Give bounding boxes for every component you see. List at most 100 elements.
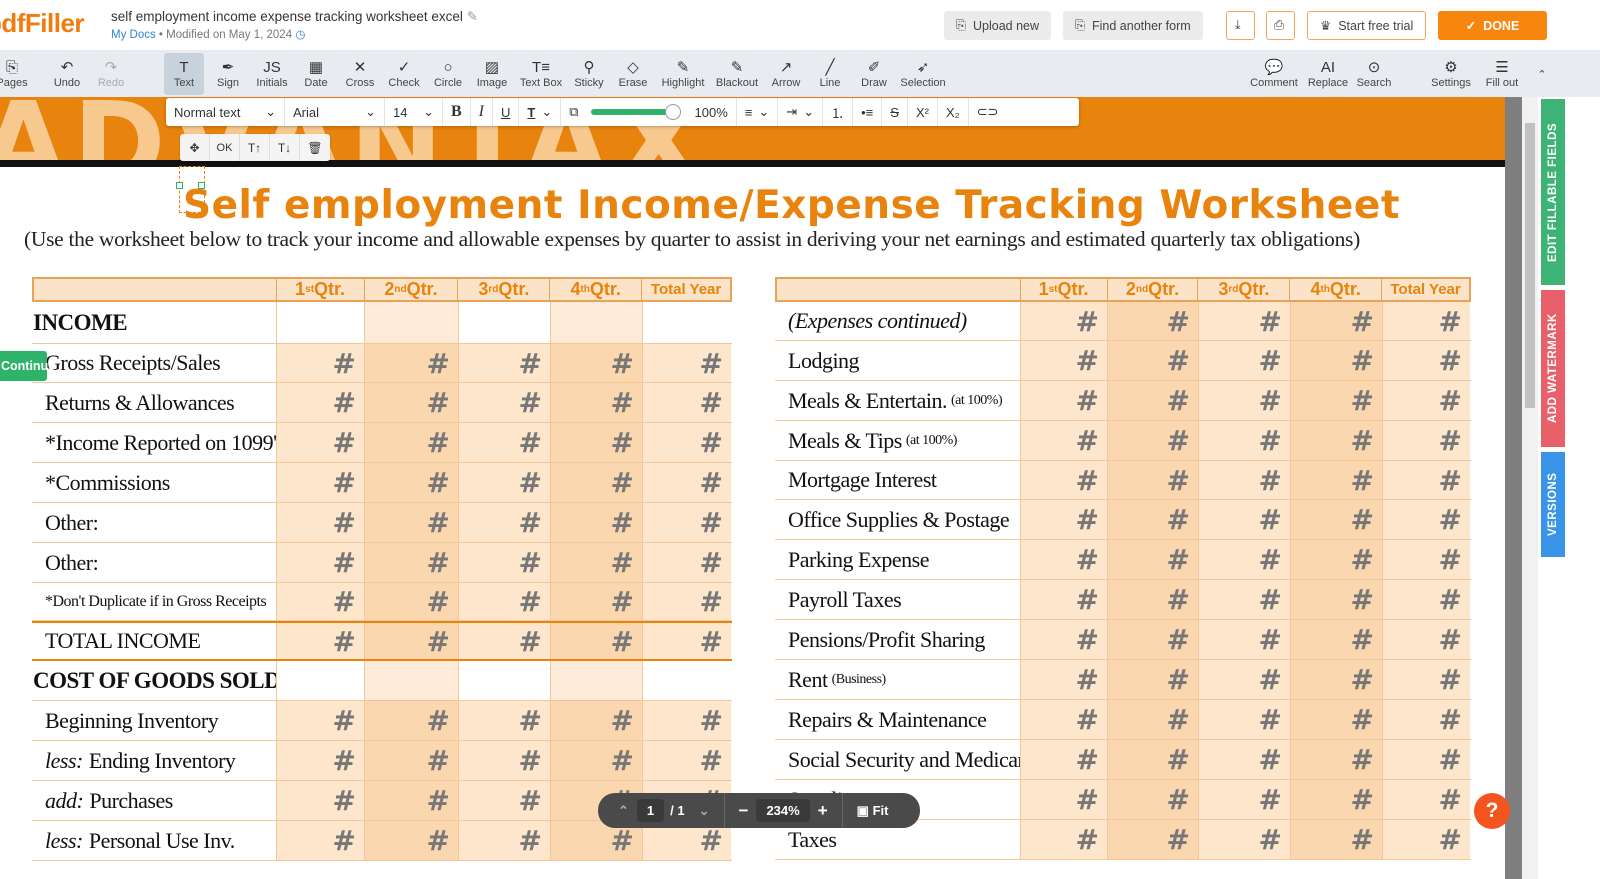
amount-field[interactable] [642, 302, 731, 343]
amount-field[interactable]: # [642, 543, 731, 582]
amount-field[interactable]: # [642, 383, 731, 422]
amount-field[interactable]: # [642, 741, 731, 780]
scrollbar-thumb[interactable] [1525, 123, 1535, 408]
amount-field[interactable]: # [1382, 540, 1470, 579]
print-button[interactable]: ⎙ [1266, 11, 1295, 40]
add-watermark-tab[interactable]: ADD WATERMARK [1541, 290, 1565, 447]
tool-fill-out[interactable]: ☰ Fill out [1475, 53, 1529, 95]
amount-field[interactable]: # [1382, 461, 1470, 499]
amount-field[interactable]: # [364, 821, 458, 860]
selected-text-box[interactable] [176, 166, 205, 213]
text-style-select[interactable]: Normal text ⌄ [166, 98, 285, 126]
amount-field[interactable]: # [1107, 461, 1198, 499]
delete-button[interactable]: 🗑 [300, 134, 330, 161]
amount-field[interactable]: # [458, 503, 550, 542]
amount-field[interactable]: # [1290, 540, 1382, 579]
amount-field[interactable]: # [1020, 500, 1107, 539]
amount-field[interactable]: # [1198, 620, 1290, 659]
zoom-in-button[interactable]: + [810, 801, 836, 821]
amount-field[interactable]: # [642, 623, 731, 659]
amount-field[interactable]: # [364, 344, 458, 382]
amount-field[interactable]: # [1290, 660, 1382, 699]
pdffiller-logo[interactable]: pdfFiller [0, 8, 85, 39]
amount-field[interactable]: # [1107, 500, 1198, 539]
amount-field[interactable]: # [1290, 740, 1382, 779]
amount-field[interactable]: # [1020, 820, 1107, 859]
move-button[interactable]: ✥ [180, 134, 210, 161]
decrease-font-button[interactable]: T↓ [270, 134, 300, 161]
amount-field[interactable]: # [1020, 461, 1107, 499]
opacity-slider[interactable] [590, 104, 681, 120]
resize-handle[interactable] [198, 182, 205, 189]
clock-icon[interactable]: ◷ [295, 29, 305, 41]
bullet-list-button[interactable]: •≡ [853, 98, 883, 126]
tool-search[interactable]: ⊙ Search [1347, 53, 1401, 95]
amount-field[interactable]: # [364, 503, 458, 542]
numbered-list-button[interactable]: ⒈ [823, 98, 854, 126]
amount-field[interactable]: # [1020, 381, 1107, 420]
amount-field[interactable]: # [1107, 540, 1198, 579]
amount-field[interactable]: # [1382, 620, 1470, 659]
amount-field[interactable]: # [1198, 700, 1290, 739]
slider-handle[interactable] [664, 104, 681, 120]
done-button[interactable]: ✓ DONE [1438, 11, 1547, 40]
amount-field[interactable]: # [276, 781, 364, 820]
amount-field[interactable]: # [1020, 540, 1107, 579]
amount-field[interactable]: # [458, 423, 550, 462]
tool-text-box[interactable]: T≡ Text Box [519, 53, 563, 95]
amount-field[interactable]: # [1198, 820, 1290, 859]
versions-tab[interactable]: VERSIONS [1541, 452, 1565, 557]
amount-field[interactable]: # [458, 701, 550, 740]
amount-field[interactable]: # [1290, 341, 1382, 380]
amount-field[interactable]: # [1382, 780, 1470, 819]
amount-field[interactable]: # [1382, 421, 1470, 460]
amount-field[interactable]: # [1198, 302, 1290, 340]
tool-redo[interactable]: ↷ Redo [89, 53, 133, 95]
amount-field[interactable]: # [550, 463, 642, 502]
italic-button[interactable]: I [471, 98, 493, 126]
tool-circle[interactable]: ○ Circle [426, 53, 470, 95]
amount-field[interactable]: # [364, 543, 458, 582]
my-docs-link[interactable]: My Docs [111, 29, 156, 41]
amount-field[interactable]: # [458, 344, 550, 382]
amount-field[interactable]: # [364, 383, 458, 422]
amount-field[interactable]: # [458, 383, 550, 422]
amount-field[interactable]: # [1020, 302, 1107, 340]
amount-field[interactable]: # [276, 383, 364, 422]
amount-field[interactable]: # [1290, 580, 1382, 619]
amount-field[interactable]: # [642, 701, 731, 740]
amount-field[interactable]: # [1382, 820, 1470, 859]
amount-field[interactable]: # [1107, 421, 1198, 460]
text-color-button[interactable]: T ⌄ [519, 98, 562, 126]
amount-field[interactable]: # [458, 543, 550, 582]
amount-field[interactable]: # [364, 423, 458, 462]
amount-field[interactable]: # [1290, 302, 1382, 340]
page-input[interactable]: 1 [636, 799, 665, 822]
amount-field[interactable] [458, 302, 550, 343]
amount-field[interactable]: # [1198, 381, 1290, 420]
amount-field[interactable]: # [1107, 302, 1198, 340]
amount-field[interactable] [642, 661, 731, 700]
download-button[interactable]: ⤓ [1226, 11, 1255, 40]
underline-button[interactable]: U [493, 98, 520, 126]
amount-field[interactable] [364, 302, 458, 343]
continue-button[interactable]: Continue [0, 351, 55, 381]
tool-undo[interactable]: ↶ Undo [45, 53, 89, 95]
tool-highlight[interactable]: ✎ Highlight [661, 53, 705, 95]
amount-field[interactable] [276, 302, 364, 343]
link-button[interactable]: ⊂⊃ [969, 98, 1007, 126]
amount-field[interactable]: # [1198, 660, 1290, 699]
amount-field[interactable]: # [1382, 341, 1470, 380]
amount-field[interactable]: # [1020, 700, 1107, 739]
amount-field[interactable]: # [458, 463, 550, 502]
amount-field[interactable]: # [1382, 302, 1470, 340]
amount-field[interactable] [276, 661, 364, 700]
amount-field[interactable]: # [364, 463, 458, 502]
amount-field[interactable]: # [1107, 620, 1198, 659]
amount-field[interactable]: # [550, 741, 642, 780]
tool-comment[interactable]: 💬 Comment [1247, 53, 1301, 95]
amount-field[interactable]: # [1382, 660, 1470, 699]
tool-sign[interactable]: ✒ Sign [206, 53, 250, 95]
tool-blackout[interactable]: ✎ Blackout [715, 53, 759, 95]
amount-field[interactable]: # [1290, 461, 1382, 499]
